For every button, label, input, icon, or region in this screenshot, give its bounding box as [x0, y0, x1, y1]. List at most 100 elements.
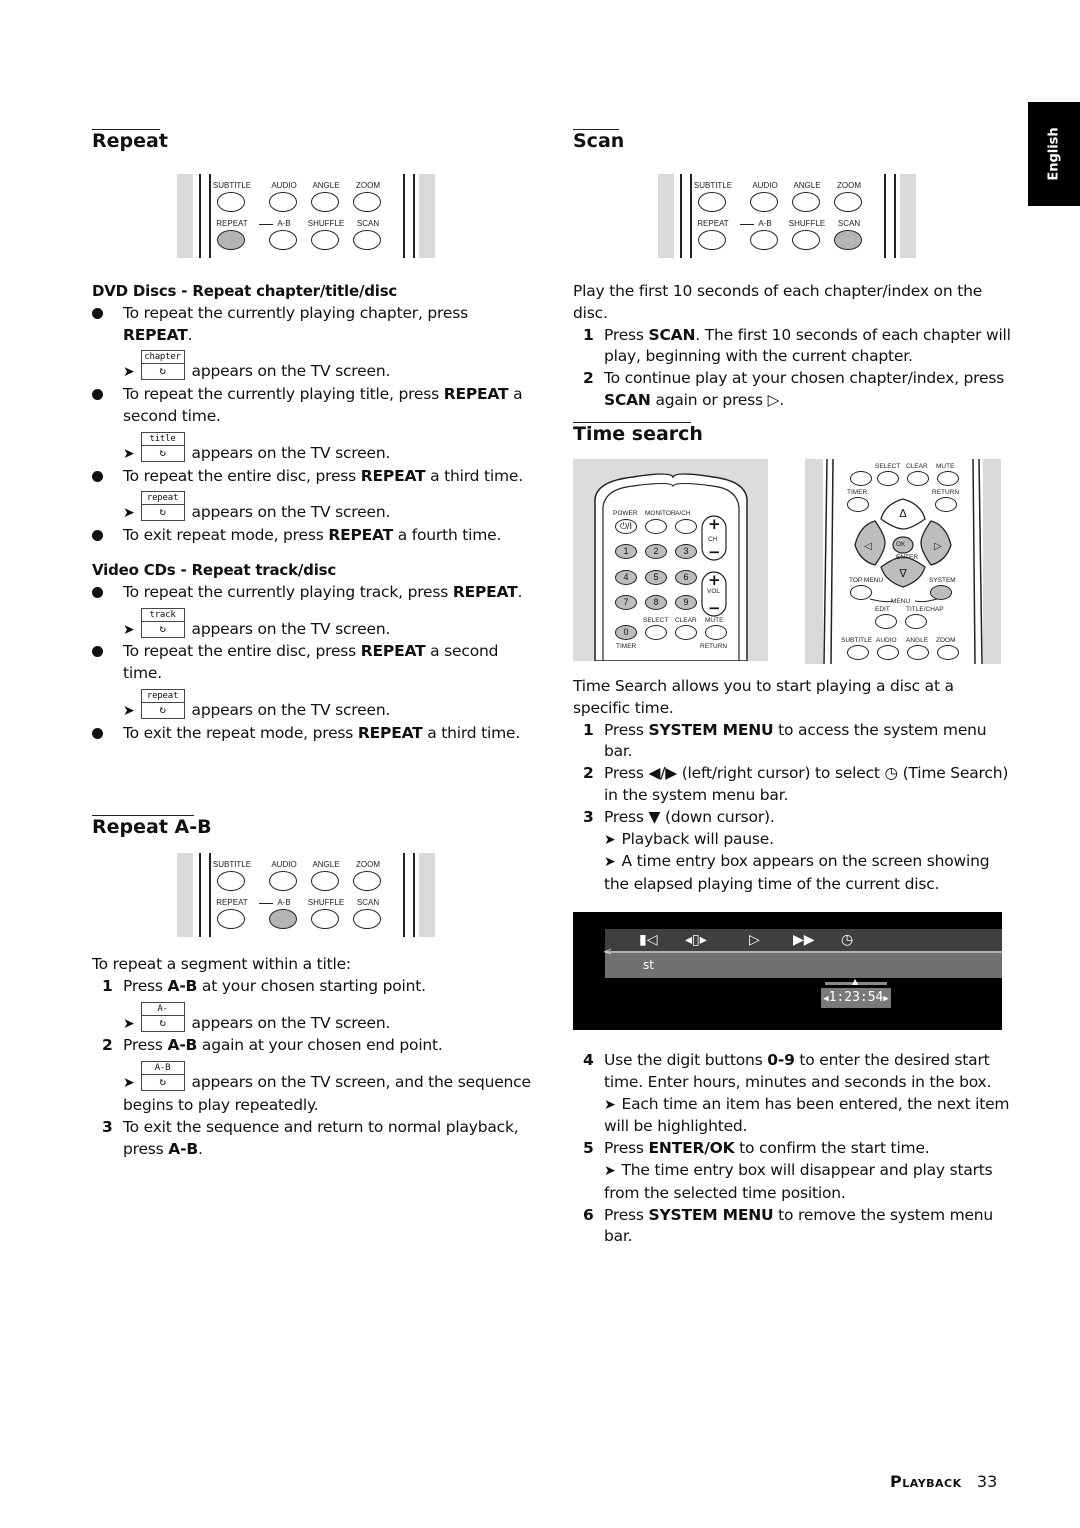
- mute-button[interactable]: [705, 625, 727, 640]
- button-label: SCAN: [356, 219, 380, 228]
- subtitle-button[interactable]: [847, 645, 869, 660]
- remote-outline: [413, 853, 415, 937]
- remote-button-subtitle[interactable]: [217, 871, 245, 891]
- a-ch-button[interactable]: [675, 519, 697, 534]
- digit-button[interactable]: 0: [615, 625, 637, 640]
- select-button[interactable]: [877, 471, 899, 486]
- digit-button[interactable]: 7: [615, 595, 637, 610]
- key-name: ENTER/OK: [648, 1139, 735, 1158]
- remote-outline: [209, 853, 211, 937]
- remote-button-scan[interactable]: [353, 909, 381, 929]
- result-text: appears on the TV screen.: [191, 503, 391, 522]
- button-label: ANGLE: [312, 181, 340, 190]
- remote-button-angle[interactable]: [792, 192, 820, 212]
- zoom-button[interactable]: [937, 645, 959, 660]
- menu-item-text: st: [643, 958, 654, 972]
- title-chap-button[interactable]: [905, 614, 927, 629]
- step-number: 2: [583, 369, 594, 388]
- remote-label: OK: [896, 541, 906, 548]
- remote-button-audio[interactable]: [269, 871, 297, 891]
- arrow-icon: ➤: [123, 1015, 135, 1032]
- text: .: [197, 1139, 203, 1158]
- result-line: ➤ A time entry box appears on the screen …: [573, 851, 1013, 896]
- power-button[interactable]: ⏻/I: [615, 519, 637, 534]
- remote-button-audio[interactable]: [750, 192, 778, 212]
- remote-button-a-b[interactable]: [269, 230, 297, 250]
- remote-button-zoom[interactable]: [353, 871, 381, 891]
- vol-down-button[interactable]: −: [708, 599, 721, 617]
- section-name: Playback: [890, 1472, 962, 1491]
- key-name: SCAN: [648, 325, 696, 344]
- result-line: ➤ repeat ↻ appears on the TV screen.: [92, 688, 532, 723]
- timer-button[interactable]: [847, 497, 869, 512]
- audio-button[interactable]: [877, 645, 899, 660]
- monitor-button[interactable]: [645, 519, 667, 534]
- text: Press: [604, 1205, 649, 1224]
- digit-button[interactable]: 5: [645, 570, 667, 585]
- clear-button[interactable]: [675, 625, 697, 640]
- remote-button-subtitle[interactable]: [698, 192, 726, 212]
- step-item: 1 Press SYSTEM MENU to access the system …: [573, 720, 1013, 764]
- mute-button[interactable]: [937, 471, 959, 486]
- text: a fourth time.: [392, 526, 502, 545]
- time-entry-box[interactable]: ◀1:23:54▶: [821, 988, 891, 1008]
- digit-button[interactable]: 1: [615, 544, 637, 559]
- clear-button[interactable]: [907, 471, 929, 486]
- stop-button[interactable]: [850, 471, 872, 486]
- key-name: REPEAT: [360, 642, 426, 661]
- remote-button-subtitle[interactable]: [217, 192, 245, 212]
- remote-outline: [403, 174, 405, 258]
- text: Press ◀/▶ (left/right cursor) to select …: [604, 764, 1009, 804]
- remote-button-a-b[interactable]: [269, 909, 297, 929]
- remote-button-zoom[interactable]: [353, 192, 381, 212]
- remote-button-shuffle[interactable]: [792, 230, 820, 250]
- top-menu-button[interactable]: [850, 585, 872, 600]
- bullet-item: To exit repeat mode, press REPEAT a four…: [92, 525, 532, 547]
- button-label: ANGLE: [312, 860, 340, 869]
- remote-edge: [419, 174, 435, 258]
- angle-button[interactable]: [907, 645, 929, 660]
- arrow-icon: ➤: [123, 505, 135, 522]
- text: To continue play at your chosen chapter/…: [604, 369, 1005, 388]
- remote-button-repeat[interactable]: [217, 230, 245, 250]
- remote-button-zoom[interactable]: [834, 192, 862, 212]
- ch-up-button[interactable]: +: [708, 515, 721, 533]
- digit-button[interactable]: 8: [645, 595, 667, 610]
- remote-button-angle[interactable]: [311, 871, 339, 891]
- return-button[interactable]: [935, 497, 957, 512]
- digit-button[interactable]: 4: [615, 570, 637, 585]
- vcd-heading: Video CDs - Repeat track/disc: [92, 560, 337, 579]
- remote-button-repeat[interactable]: [217, 909, 245, 929]
- remote-button-audio[interactable]: [269, 192, 297, 212]
- remote-label: CLEAR: [675, 617, 697, 624]
- remote-label: POWER: [613, 510, 638, 517]
- text: Press: [123, 976, 168, 995]
- digit-button[interactable]: 9: [675, 595, 697, 610]
- result-line: ➤ A- ↻ appears on the TV screen.: [92, 1001, 532, 1036]
- remote-label: MUTE: [705, 617, 724, 624]
- arrow-icon: ➤: [604, 1096, 616, 1113]
- system-menu-button[interactable]: [930, 585, 952, 600]
- time-value: 1:23:54: [828, 990, 884, 1005]
- remote-button-shuffle[interactable]: [311, 230, 339, 250]
- remote-button-scan[interactable]: [834, 230, 862, 250]
- edit-button[interactable]: [875, 614, 897, 629]
- result-text: Playback will pause.: [621, 829, 775, 848]
- remote-button-repeat[interactable]: [698, 230, 726, 250]
- bullet-icon: [92, 586, 103, 598]
- remote-button-scan[interactable]: [353, 230, 381, 250]
- remote-button-angle[interactable]: [311, 192, 339, 212]
- arrow-icon: ➤: [604, 1162, 616, 1179]
- digit-button[interactable]: 6: [675, 570, 697, 585]
- right-arrow-icon: ▶: [883, 994, 889, 1004]
- remote-button-shuffle[interactable]: [311, 909, 339, 929]
- repeat-icon: ↻: [159, 621, 166, 635]
- select-button[interactable]: [645, 625, 667, 640]
- ch-down-button[interactable]: −: [708, 543, 721, 561]
- vol-up-button[interactable]: +: [708, 571, 721, 589]
- remote-label: TIMER: [616, 643, 637, 650]
- digit-button[interactable]: 2: [645, 544, 667, 559]
- arrow-icon: ➤: [123, 364, 135, 381]
- remote-button-a-b[interactable]: [750, 230, 778, 250]
- digit-button[interactable]: 3: [675, 544, 697, 559]
